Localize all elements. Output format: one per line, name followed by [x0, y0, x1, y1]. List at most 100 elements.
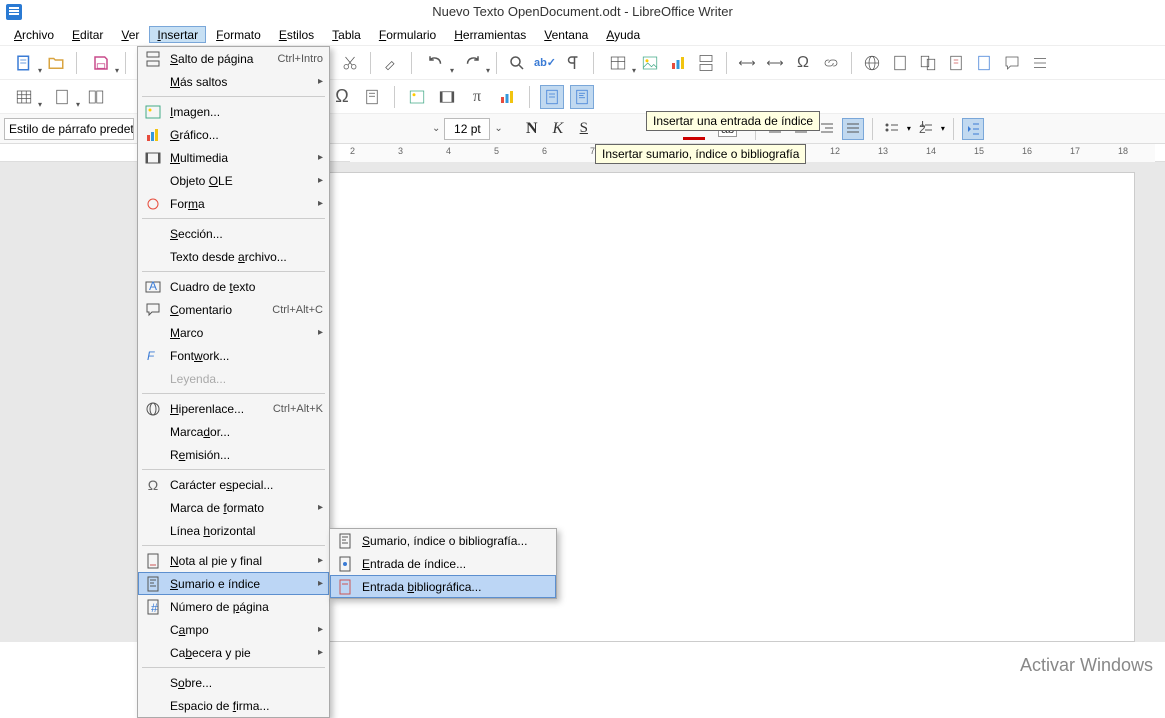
- link-button[interactable]: [819, 51, 843, 75]
- window-title: Nuevo Texto OpenDocument.odt - LibreOffi…: [0, 0, 1165, 24]
- redo-button[interactable]: [456, 51, 488, 75]
- new-doc-button[interactable]: [8, 51, 40, 75]
- lines-button[interactable]: [1028, 51, 1052, 75]
- sumario-submenu-panel: Sumario, índice o bibliografía...Entrada…: [329, 528, 557, 599]
- menu-ver[interactable]: Ver: [113, 26, 147, 43]
- ruler-tick: 12: [830, 146, 840, 156]
- doc2-button[interactable]: [916, 51, 940, 75]
- decrease-indent-button[interactable]: [962, 118, 984, 140]
- toc-button[interactable]: [570, 85, 594, 109]
- menu-item-sobre[interactable]: Sobre...: [138, 671, 329, 694]
- menu-formulario[interactable]: Formulario: [371, 26, 444, 43]
- table-insert-button[interactable]: [8, 85, 40, 109]
- index-entry-button[interactable]: [540, 85, 564, 109]
- insert-image-button[interactable]: [638, 51, 662, 75]
- menu-item-l-nea-horizontal[interactable]: Línea horizontal: [138, 519, 329, 542]
- menu-herramientas[interactable]: Herramientas: [446, 26, 534, 43]
- menu-item-sumario-e-ndice[interactable]: Sumario e índice▸: [138, 572, 329, 595]
- menu-item-comentario[interactable]: ComentarioCtrl+Alt+C: [138, 298, 329, 321]
- formula-button[interactable]: π: [465, 85, 489, 109]
- menu-item-multimedia[interactable]: Multimedia▸: [138, 146, 329, 169]
- menu-item-nota-al-pie-y-final[interactable]: Nota al pie y final▸: [138, 549, 329, 572]
- omega-button[interactable]: Ω: [791, 51, 815, 75]
- menu-item-marca-de-formato[interactable]: Marca de formato▸: [138, 496, 329, 519]
- menu-item-fontwork[interactable]: FFontwork...: [138, 344, 329, 367]
- align-justify-button[interactable]: [842, 118, 864, 140]
- image-insert-button[interactable]: [405, 85, 429, 109]
- media-insert-button[interactable]: [435, 85, 459, 109]
- menu-item-cuadro-de-texto[interactable]: ACuadro de texto: [138, 275, 329, 298]
- menu-editar[interactable]: Editar: [64, 26, 111, 43]
- align-icon[interactable]: ⟷: [735, 51, 759, 75]
- menu-item-imagen[interactable]: Imagen...: [138, 100, 329, 123]
- doc1-button[interactable]: [888, 51, 912, 75]
- menu-item-car-cter-especial[interactable]: Ω Carácter especial...: [138, 473, 329, 496]
- bullet-list-button[interactable]: [881, 118, 903, 140]
- page-insert-button[interactable]: [360, 85, 384, 109]
- undo-button[interactable]: [420, 51, 452, 75]
- pilcrow-button[interactable]: [561, 51, 585, 75]
- align2-icon[interactable]: ⟷: [763, 51, 787, 75]
- menu-item-espacio-de-firma[interactable]: Espacio de firma...: [138, 694, 329, 717]
- comment-button[interactable]: [1000, 51, 1024, 75]
- doc-insert-button[interactable]: [46, 85, 78, 109]
- table-button[interactable]: [602, 51, 634, 75]
- font-dropdown-arrow[interactable]: ⌄: [432, 123, 440, 134]
- menu-item-forma[interactable]: Forma▸: [138, 192, 329, 215]
- menu-item-entrada-bibliogr-fica[interactable]: Entrada bibliográfica...: [330, 575, 556, 598]
- menu-item-hiperenlace[interactable]: Hiperenlace...Ctrl+Alt+K: [138, 397, 329, 420]
- menu-item-sumario-ndice-o-bibliograf-a[interactable]: Sumario, índice o bibliografía...: [330, 529, 556, 552]
- fontsize-dropdown-arrow[interactable]: ⌄: [494, 123, 502, 134]
- menu-separator: [142, 469, 325, 470]
- menu-item-label: Cabecera y pie: [170, 646, 312, 660]
- menu-item-gr-fico[interactable]: Gráfico...: [138, 123, 329, 146]
- paragraph-style-combo[interactable]: Estilo de párrafo predete: [4, 118, 134, 140]
- menu-insertar[interactable]: Insertar: [149, 26, 206, 43]
- cut-button[interactable]: [338, 51, 362, 75]
- brush-icon[interactable]: [379, 51, 403, 75]
- menu-archivo[interactable]: Archivo: [6, 26, 62, 43]
- insert-chart-button[interactable]: [666, 51, 690, 75]
- menu-item-n-mero-de-p-gina[interactable]: #Número de página: [138, 595, 329, 618]
- menu-item-marco[interactable]: Marco▸: [138, 321, 329, 344]
- menu-ayuda[interactable]: Ayuda: [598, 26, 648, 43]
- menu-item-label: Remisión...: [170, 448, 323, 462]
- pagebreak-icon[interactable]: [694, 51, 718, 75]
- doc3-button[interactable]: [944, 51, 968, 75]
- ruler-tick: 4: [446, 146, 451, 156]
- doc4-button[interactable]: [972, 51, 996, 75]
- number-list-button[interactable]: 12: [915, 118, 937, 140]
- menu-item-objeto-ole[interactable]: Objeto OLE▸: [138, 169, 329, 192]
- globe-button[interactable]: [860, 51, 884, 75]
- save-button[interactable]: [85, 51, 117, 75]
- menu-item-remisi-n[interactable]: Remisión...: [138, 443, 329, 466]
- omega-insert-button[interactable]: Ω: [330, 85, 354, 109]
- spellcheck-button[interactable]: ab✓: [533, 51, 557, 75]
- bold-button[interactable]: N: [521, 118, 543, 140]
- menu-item-salto-de-p-gina[interactable]: Salto de páginaCtrl+Intro: [138, 47, 329, 70]
- menu-tabla[interactable]: Tabla: [324, 26, 369, 43]
- chart-insert-button[interactable]: [495, 85, 519, 109]
- find-button[interactable]: [505, 51, 529, 75]
- open-button[interactable]: [44, 51, 68, 75]
- menu-item-campo[interactable]: Campo▸: [138, 618, 329, 641]
- menu-formato[interactable]: Formato: [208, 26, 269, 43]
- menu-item-cabecera-y-pie[interactable]: Cabecera y pie▸: [138, 641, 329, 664]
- menu-estilos[interactable]: Estilos: [271, 26, 322, 43]
- separator: [76, 52, 77, 74]
- menu-item-m-s-saltos[interactable]: Más saltos▸: [138, 70, 329, 93]
- menu-item-label: Hiperenlace...: [170, 402, 267, 416]
- ruler-tick: 13: [878, 146, 888, 156]
- menu-item-texto-desde-archivo[interactable]: Texto desde archivo...: [138, 245, 329, 268]
- menu-item-marcador[interactable]: Marcador...: [138, 420, 329, 443]
- underline-button[interactable]: S: [573, 118, 595, 140]
- menu-item-entrada-de-ndice[interactable]: Entrada de índice...: [330, 552, 556, 575]
- font-size-field[interactable]: 12 pt: [444, 118, 490, 140]
- menu-item-secci-n[interactable]: Sección...: [138, 222, 329, 245]
- menu-ventana[interactable]: Ventana: [536, 26, 596, 43]
- omega-icon: Ω: [142, 476, 164, 494]
- section-button[interactable]: [84, 85, 108, 109]
- separator: [593, 52, 594, 74]
- italic-button[interactable]: K: [547, 118, 569, 140]
- menu-item-label: Carácter especial...: [170, 478, 323, 492]
